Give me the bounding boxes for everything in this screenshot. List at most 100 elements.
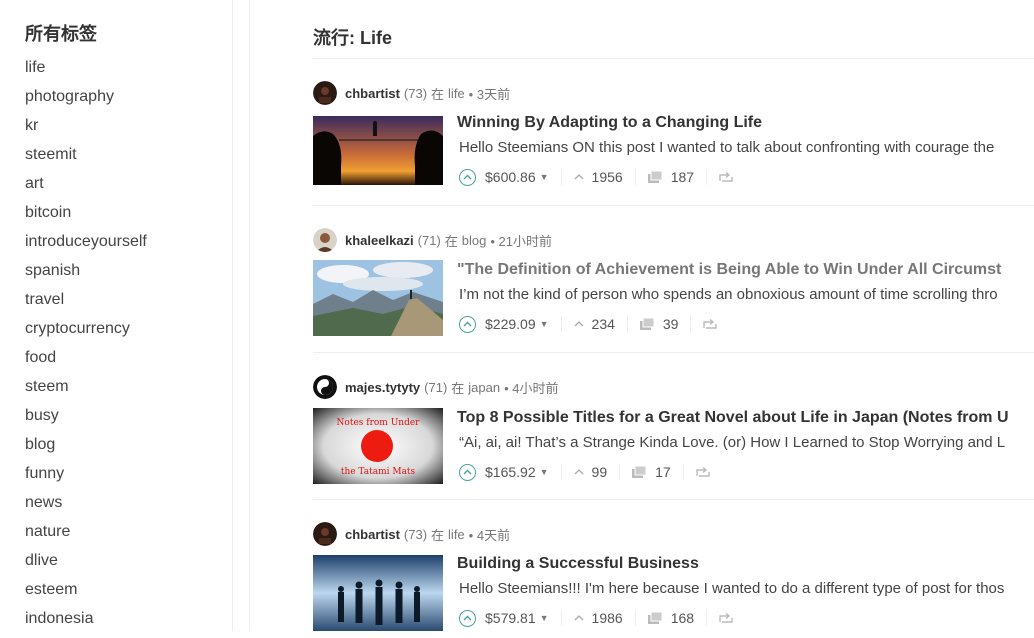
author-avatar[interactable] <box>313 228 337 252</box>
chevron-up-icon <box>574 469 584 475</box>
tag-link[interactable]: esteem <box>25 580 147 609</box>
action-divider <box>706 610 708 626</box>
action-divider <box>560 464 562 480</box>
reblog-icon[interactable] <box>719 172 733 182</box>
tag-link[interactable]: blog <box>25 435 147 464</box>
comments-icon <box>632 465 647 479</box>
voters-count[interactable]: 234 <box>574 316 615 332</box>
comments-icon <box>647 611 663 625</box>
post-item: majes.tytyty (71) 在 japan • 4小时前 Notes f… <box>313 353 1034 500</box>
category-link[interactable]: blog <box>462 233 487 248</box>
tag-link[interactable]: photography <box>25 87 147 116</box>
post-title[interactable]: Top 8 Possible Titles for a Great Novel … <box>457 409 1009 427</box>
comments-number: 17 <box>655 464 671 480</box>
author-avatar[interactable] <box>313 81 337 105</box>
author-name[interactable]: khaleelkazi <box>345 233 414 248</box>
thumbnail-text-bottom: the Tatami Mats <box>341 467 416 477</box>
upvote-circle-icon[interactable] <box>459 315 476 333</box>
tag-link[interactable]: travel <box>25 290 147 319</box>
author-avatar[interactable] <box>313 522 337 546</box>
reblog-icon[interactable] <box>695 467 710 477</box>
post-meta: chbartist (73) 在 life • 3天前 <box>313 81 510 105</box>
page-title: 流行: Life <box>313 28 392 48</box>
author-name[interactable]: chbartist <box>345 527 400 542</box>
comments-number: 187 <box>670 169 695 185</box>
tag-link[interactable]: bitcoin <box>25 203 147 232</box>
tag-link[interactable]: kr <box>25 116 147 145</box>
tag-link[interactable]: busy <box>25 406 147 435</box>
tag-link[interactable]: life <box>25 58 147 87</box>
post-item: chbartist (73) 在 life • 4天前 Building a S… <box>313 500 1034 631</box>
post-excerpt[interactable]: Hello Steemians!!! I'm here because I wa… <box>459 580 1004 597</box>
chevron-up-icon <box>574 174 584 180</box>
votes-number: 1986 <box>591 610 623 626</box>
tag-link[interactable]: steem <box>25 377 147 406</box>
sidebar-title: 所有标签 <box>25 24 97 44</box>
tag-link[interactable]: introduceyourself <box>25 232 147 261</box>
comments-icon <box>639 317 655 331</box>
payout-value[interactable]: $579.81 ▼ <box>485 610 549 626</box>
tag-link[interactable]: nature <box>25 522 147 551</box>
post-time: • 4天前 <box>468 527 511 543</box>
post-thumbnail[interactable] <box>313 260 443 336</box>
tag-link[interactable]: indonesia <box>25 609 147 638</box>
reblog-icon[interactable] <box>719 613 733 623</box>
post-excerpt[interactable]: “Ai, ai, ai! That’s a Strange Kinda Love… <box>459 434 1005 451</box>
comments-count[interactable]: 168 <box>647 610 695 626</box>
upvote-circle-icon[interactable] <box>459 463 476 481</box>
action-divider <box>634 169 636 185</box>
tag-link[interactable]: funny <box>25 464 147 493</box>
payout-value[interactable]: $229.09 ▼ <box>485 316 549 332</box>
comments-count[interactable]: 39 <box>639 316 679 332</box>
post-title[interactable]: "The Definition of Achievement is Being … <box>457 261 1001 279</box>
category-link[interactable]: life <box>448 527 465 542</box>
thumbnail-text-top: Notes from Under <box>337 418 421 428</box>
tag-link[interactable]: dlive <box>25 551 147 580</box>
chevron-up-icon <box>574 615 584 621</box>
action-divider <box>682 464 684 480</box>
tag-link[interactable]: spanish <box>25 261 147 290</box>
comments-count[interactable]: 187 <box>647 169 695 185</box>
upvote-circle-icon[interactable] <box>459 168 476 186</box>
tag-link[interactable]: food <box>25 348 147 377</box>
tag-list: life photography kr steemit art bitcoin … <box>25 58 147 638</box>
category-link[interactable]: life <box>448 86 465 101</box>
voters-count[interactable]: 99 <box>574 464 607 480</box>
tag-link[interactable]: cryptocurrency <box>25 319 147 348</box>
author-name[interactable]: majes.tytyty <box>345 380 420 395</box>
post-thumbnail[interactable] <box>313 116 443 185</box>
voters-count[interactable]: 1986 <box>574 610 623 626</box>
action-divider <box>626 316 628 332</box>
caret-down-icon: ▼ <box>539 172 549 182</box>
post-title[interactable]: Winning By Adapting to a Changing Life <box>457 114 762 132</box>
comments-icon <box>647 170 663 184</box>
comments-number: 39 <box>662 316 679 332</box>
tag-link[interactable]: news <box>25 493 147 522</box>
upvote-circle-icon[interactable] <box>459 609 476 627</box>
action-divider <box>634 610 636 626</box>
author-reputation: (73) <box>403 85 428 101</box>
author-name[interactable]: chbartist <box>345 86 400 101</box>
post-meta: majes.tytyty (71) 在 japan • 4小时前 <box>313 375 559 399</box>
reblog-icon[interactable] <box>703 319 718 329</box>
post-thumbnail[interactable]: Notes from Under the Tatami Mats <box>313 408 443 484</box>
post-title[interactable]: Building a Successful Business <box>457 555 699 573</box>
voters-count[interactable]: 1956 <box>574 169 623 185</box>
action-divider <box>560 610 562 626</box>
post-feed: 流行: Life chbartist (73) 在 life • 3天前 Win… <box>313 0 1034 631</box>
post-time: • 3天前 <box>468 86 511 102</box>
payout-value[interactable]: $165.92 ▼ <box>485 464 549 480</box>
action-divider <box>706 169 708 185</box>
category-link[interactable]: japan <box>468 380 500 395</box>
comments-number: 168 <box>670 610 695 626</box>
post-time: • 4小时前 <box>504 380 559 396</box>
in-label: 在 <box>431 527 445 543</box>
post-thumbnail[interactable] <box>313 555 443 631</box>
tag-link[interactable]: steemit <box>25 145 147 174</box>
post-excerpt[interactable]: Hello Steemians ON this post I wanted to… <box>459 139 994 156</box>
payout-value[interactable]: $600.86 ▼ <box>485 169 549 185</box>
comments-count[interactable]: 17 <box>632 464 671 480</box>
tag-link[interactable]: art <box>25 174 147 203</box>
post-excerpt[interactable]: I’m not the kind of person who spends an… <box>459 286 998 303</box>
author-avatar[interactable] <box>313 375 337 399</box>
